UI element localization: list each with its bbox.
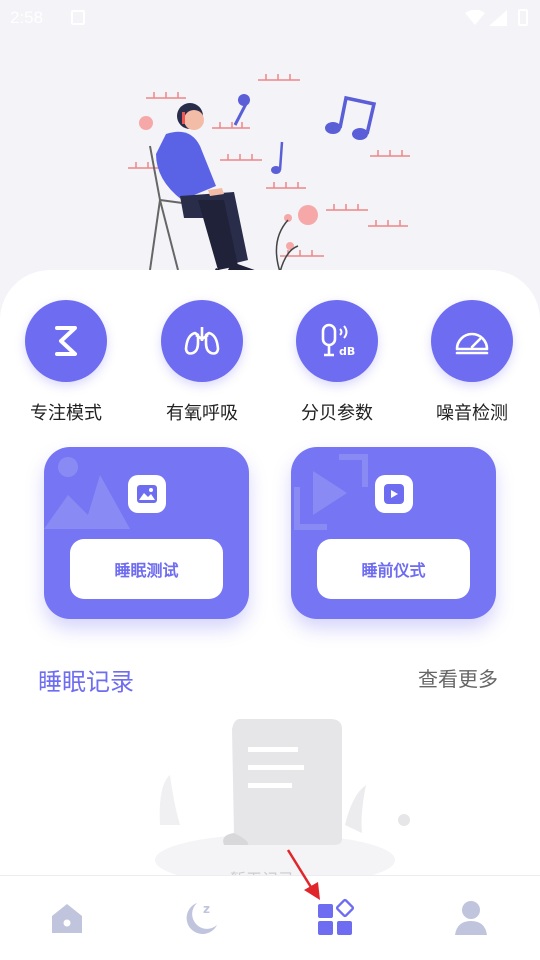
video-icon xyxy=(375,475,413,513)
home-icon xyxy=(52,904,82,933)
apps-grid-icon xyxy=(318,898,355,935)
svg-text:dB: dB xyxy=(339,345,355,358)
status-time: 2:58 xyxy=(10,8,44,27)
image-icon xyxy=(128,475,166,513)
svg-text:z: z xyxy=(203,902,210,916)
moon-zz-icon: z xyxy=(186,902,217,934)
nav-sleep[interactable]: z xyxy=(182,898,222,938)
hourglass-icon xyxy=(55,326,77,356)
gauge-icon xyxy=(455,332,489,355)
notification-icon xyxy=(71,10,85,25)
battery-icon xyxy=(518,9,528,26)
tool-decibel-params[interactable]: dB 分贝参数 xyxy=(295,300,379,425)
microphone-db-icon: dB xyxy=(321,323,355,358)
hero-illustration xyxy=(128,74,410,288)
tool-label: 噪音检测 xyxy=(436,403,508,423)
user-icon xyxy=(455,901,487,935)
tool-noise-detection[interactable]: 噪音检测 xyxy=(430,300,514,425)
empty-records-illustration xyxy=(155,719,410,875)
tool-focus-mode[interactable]: 专注模式 xyxy=(24,300,108,425)
tool-label: 有氧呼吸 xyxy=(166,403,238,423)
nav-profile[interactable] xyxy=(451,898,491,938)
annotation-arrow xyxy=(286,849,320,900)
bedtime-ritual-card[interactable]: 睡前仪式 xyxy=(291,447,496,619)
bottom-navigation: z xyxy=(0,875,540,960)
wifi-icon xyxy=(465,10,485,25)
sleep-records-title: 睡眠记录 xyxy=(38,669,134,696)
nav-home[interactable] xyxy=(47,898,87,938)
signal-icon xyxy=(489,10,507,26)
sleep-test-card[interactable]: 睡眠测试 xyxy=(44,447,249,619)
bedtime-ritual-button[interactable]: 睡前仪式 xyxy=(317,539,470,599)
lungs-icon xyxy=(184,327,220,355)
status-bar: 2:58 xyxy=(0,0,540,36)
see-more-link[interactable]: 查看更多 xyxy=(418,663,498,692)
tool-label: 分贝参数 xyxy=(301,403,373,423)
nav-apps[interactable] xyxy=(316,898,356,938)
tool-aerobic-breathing[interactable]: 有氧呼吸 xyxy=(160,300,244,425)
sleep-test-button[interactable]: 睡眠测试 xyxy=(70,539,223,599)
tool-label: 专注模式 xyxy=(30,403,102,423)
